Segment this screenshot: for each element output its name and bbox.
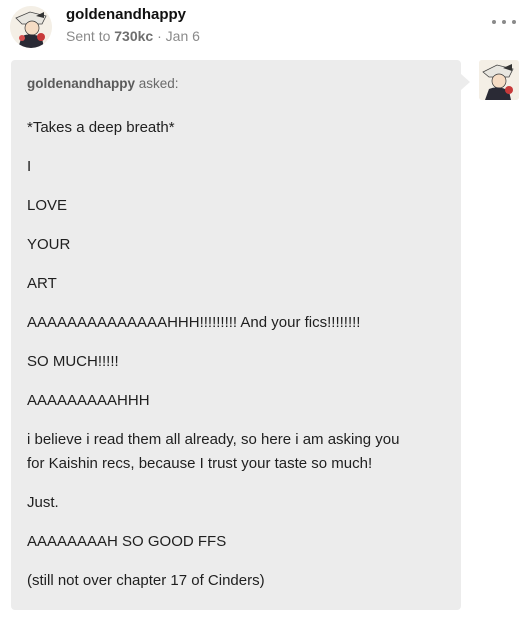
ask-paragraph: Just.: [27, 494, 59, 511]
post-header: goldenandhappy Sent to 730kc · Jan 6: [0, 0, 528, 56]
ask-paragraph: *Takes a deep breath*: [27, 119, 175, 136]
ask-paragraph: YOUR: [27, 236, 71, 253]
more-dot: [502, 20, 506, 24]
ask-paragraph: AAAAAAAAAHHH: [27, 392, 150, 409]
ask-paragraph: LOVE: [27, 197, 68, 214]
ask-paragraph: AAAAAAAAAAAAAAHHH!!!!!!!!! And your fics…: [27, 314, 361, 331]
post-date[interactable]: Jan 6: [166, 28, 200, 44]
ask-post: goldenandhappy Sent to 730kc · Jan 6 gol…: [0, 0, 528, 635]
post-meta: Sent to 730kc · Jan 6: [66, 28, 200, 44]
sent-to-blog-link[interactable]: 730kc: [114, 28, 153, 44]
ask-paragraph: AAAAAAAAH SO GOOD FFS: [27, 533, 227, 550]
sent-to-prefix: Sent to: [66, 28, 115, 44]
more-options-icon[interactable]: [492, 14, 516, 30]
avatar-illustration: [10, 6, 52, 48]
asker-avatar-illustration: [479, 60, 519, 100]
ask-bubble: goldenandhappy asked: *Takes a deep brea…: [11, 60, 470, 610]
more-dot: [492, 20, 496, 24]
blog-avatar[interactable]: [10, 6, 52, 48]
date-separator: ·: [153, 28, 166, 44]
ask-paragraph: (still not over chapter 17 of Cinders): [27, 572, 265, 589]
post-username[interactable]: goldenandhappy: [66, 6, 186, 23]
ask-paragraph: I: [27, 158, 32, 175]
ask-paragraph: i believe i read them all already, so he…: [27, 431, 400, 448]
asker-avatar[interactable]: [479, 60, 519, 100]
asker-name[interactable]: goldenandhappy: [27, 76, 135, 91]
ask-paragraph: for Kaishin recs, because I trust your t…: [27, 455, 373, 472]
asked-label: asked:: [135, 76, 179, 91]
ask-paragraph: ART: [27, 275, 57, 292]
asked-line: goldenandhappy asked:: [27, 76, 179, 91]
ask-paragraph: SO MUCH!!!!!: [27, 353, 119, 370]
more-dot: [512, 20, 516, 24]
